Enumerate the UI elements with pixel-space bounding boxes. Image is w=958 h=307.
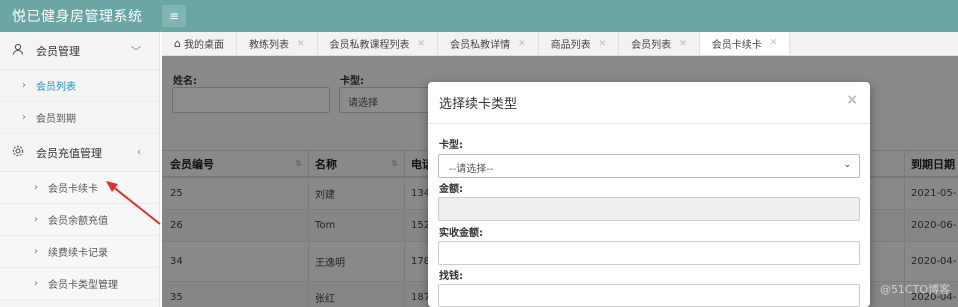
tab-product-list[interactable]: 商品列表 ✕	[539, 32, 620, 55]
paid-amount-field[interactable]	[438, 241, 860, 265]
chevron-right-icon: ›	[34, 214, 38, 225]
tab-private-course-detail[interactable]: 会员私教详情 ✕	[438, 32, 539, 55]
card-type-value: --请选择--	[449, 164, 494, 175]
chevron-down-icon: ﹀	[131, 47, 141, 58]
sidebar-group-label: 会员管理	[36, 44, 80, 58]
close-icon[interactable]: ✕	[770, 38, 778, 48]
user-icon	[12, 43, 26, 58]
tab-card-renewal[interactable]: 会员卡续卡 ✕	[699, 32, 791, 55]
sidebar-item-label: 会员列表	[36, 82, 76, 93]
sidebar-item-member-list[interactable]: › 会员列表	[0, 70, 159, 102]
sidebar-item-label: 会员卡续卡	[48, 184, 98, 195]
top-header: 悦已健身房管理系统 ≡	[0, 0, 958, 32]
tab-label: 我的桌面	[183, 40, 224, 51]
amount-label: 金额:	[439, 184, 463, 195]
menu-toggle-button[interactable]: ≡	[162, 5, 186, 27]
renewal-modal: 选择续卡类型 × 卡型: --请选择-- ⌄ 金额: 实收金额: 找钱:	[428, 82, 870, 307]
chevron-right-icon: ›	[34, 246, 38, 257]
sidebar-item-label: 会员卡类型管理	[48, 280, 118, 291]
chevron-left-icon: ‹	[137, 147, 141, 158]
close-icon[interactable]: ✕	[518, 39, 526, 49]
chevron-right-icon: ›	[22, 80, 26, 91]
sidebar-group-label: 会员充值管理	[36, 146, 102, 160]
close-icon[interactable]: ✕	[679, 39, 687, 49]
watermark: @51CTO博客	[879, 283, 950, 296]
sidebar-item-card-renewal[interactable]: › 会员卡续卡	[0, 172, 159, 204]
chevron-right-icon: ›	[22, 112, 26, 123]
tab-private-course-list[interactable]: 会员私教课程列表 ✕	[318, 32, 439, 55]
tab-label: 会员列表	[631, 40, 672, 51]
tab-member-list[interactable]: 会员列表 ✕	[619, 32, 700, 55]
close-icon[interactable]: ✕	[418, 39, 426, 49]
change-field[interactable]	[438, 284, 860, 307]
sidebar-item-label: 会员到期	[36, 114, 76, 125]
sidebar-item-renewal-records[interactable]: › 续费续卡记录	[0, 236, 159, 268]
tab-label: 会员私教课程列表	[329, 40, 410, 51]
tab-bar: ⌂ 我的桌面 教练列表 ✕ 会员私教课程列表 ✕ 会员私教详情 ✕ 商品列表 ✕…	[162, 32, 958, 56]
tab-label: 会员卡续卡	[711, 39, 762, 51]
sidebar: 会员管理 ﹀ › 会员列表 › 会员到期 会员充值管理 ‹ › 会员卡续卡 › …	[0, 32, 160, 307]
sidebar-item-balance-recharge[interactable]: › 会员余额充值	[0, 204, 159, 236]
home-icon: ⌂	[174, 37, 181, 50]
tab-label: 教练列表	[248, 40, 289, 51]
sidebar-item-card-type-management[interactable]: › 会员卡类型管理	[0, 268, 159, 300]
modal-title: 选择续卡类型	[439, 97, 518, 112]
sidebar-group-recharge-management[interactable]: 会员充值管理 ‹	[0, 134, 159, 172]
sidebar-item-label: 续费续卡记录	[48, 248, 108, 259]
card-type-label: 卡型:	[439, 140, 463, 151]
menu-icon: ≡	[168, 9, 180, 23]
paid-amount-label: 实收金额:	[439, 228, 483, 239]
sidebar-group-member-management[interactable]: 会员管理 ﹀	[0, 32, 159, 70]
chevron-right-icon: ›	[34, 182, 38, 193]
card-type-select[interactable]: --请选择-- ⌄	[438, 154, 860, 178]
close-icon[interactable]: ✕	[599, 39, 607, 49]
app-title: 悦已健身房管理系统	[12, 9, 143, 25]
tab-label: 商品列表	[550, 40, 591, 51]
modal-header: 选择续卡类型 ×	[428, 82, 870, 124]
chevron-down-icon: ⌄	[843, 160, 851, 170]
close-icon[interactable]: ×	[846, 92, 858, 108]
tab-my-desktop[interactable]: ⌂ 我的桌面	[162, 32, 237, 55]
chevron-right-icon: ›	[34, 278, 38, 289]
change-label: 找钱:	[439, 271, 463, 282]
settings-icon	[12, 145, 26, 160]
amount-field[interactable]	[438, 197, 860, 221]
close-icon[interactable]: ✕	[297, 39, 305, 49]
sidebar-item-member-expire[interactable]: › 会员到期	[0, 102, 159, 134]
sidebar-item-label: 会员余额充值	[48, 216, 108, 227]
tab-coach-list[interactable]: 教练列表 ✕	[237, 32, 318, 55]
tab-label: 会员私教详情	[450, 40, 511, 51]
